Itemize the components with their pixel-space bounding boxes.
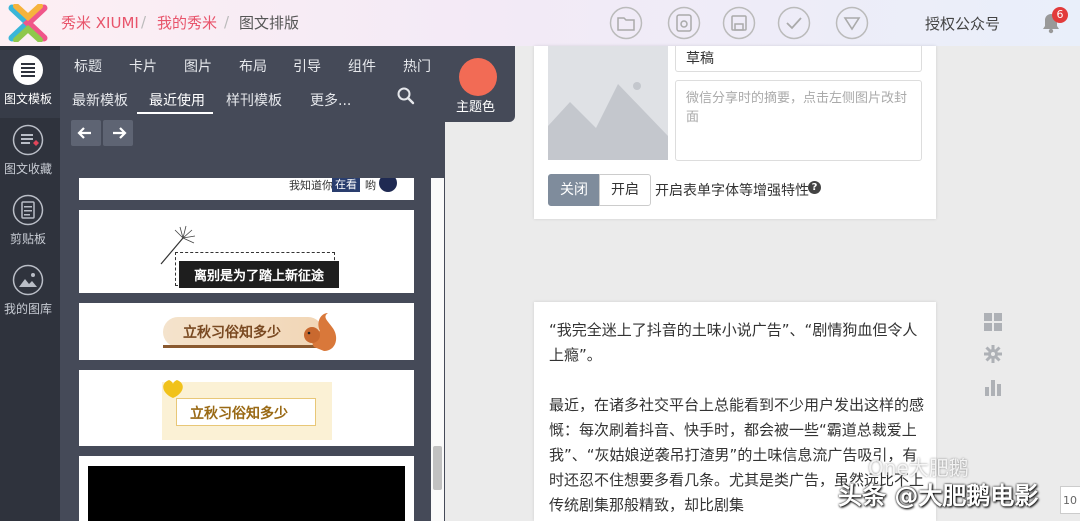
template-scrollbar-thumb[interactable] — [433, 446, 442, 490]
dropdown-icon[interactable] — [835, 6, 869, 40]
gallery-icon — [12, 264, 44, 296]
search-icon[interactable] — [396, 86, 416, 106]
active-subtab-underline — [137, 112, 213, 114]
category-tab-component[interactable]: 组件 — [348, 56, 376, 76]
cover-image-placeholder[interactable] — [548, 46, 668, 160]
template-tag: 在看 — [332, 178, 360, 192]
theme-color-swatch[interactable] — [459, 58, 497, 96]
font-enhance-off-button[interactable]: 关闭 — [548, 174, 600, 206]
rail-item-label: 剪贴板 — [9, 232, 46, 246]
authorize-account-link[interactable]: 授权公众号 — [925, 13, 1000, 34]
category-tab-image[interactable]: 图片 — [184, 56, 212, 76]
watermark-credit: 头条 @大肥鹅电影 — [838, 482, 1039, 510]
template-badge — [379, 178, 397, 192]
breadcrumb-separator: / — [224, 13, 230, 31]
category-tab-layout[interactable]: 布局 — [239, 56, 267, 76]
template-text: 哟 — [365, 179, 376, 192]
subtab-more[interactable]: 更多... — [310, 90, 351, 110]
xiumi-logo-icon[interactable] — [8, 4, 48, 42]
notification-badge: 6 — [1052, 7, 1068, 23]
squirrel-icon — [304, 313, 337, 351]
rail-item-clipboard[interactable]: 剪贴板 — [0, 190, 60, 258]
rail-item-favorites[interactable]: 图文收藏 — [0, 120, 60, 188]
summary-field[interactable]: 微信分享时的摘要，点击左侧图片改封面 — [675, 80, 922, 161]
bar-chart-icon[interactable] — [983, 377, 1003, 397]
theme-color-label: 主题色 — [456, 100, 496, 115]
top-bar: 秀米 XIUMI / 我的秀米 / 图文排版 授权公众号 6 — [0, 0, 1080, 46]
preview-icon[interactable] — [667, 6, 701, 40]
back-button[interactable] — [71, 120, 101, 146]
category-tab-guide[interactable]: 引导 — [293, 56, 321, 76]
category-tab-card[interactable]: 卡片 — [129, 56, 157, 76]
rail-item-templates[interactable]: 图文模板 — [0, 50, 60, 118]
check-icon[interactable] — [777, 6, 811, 40]
subtab-recent[interactable]: 最近使用 — [149, 90, 205, 110]
folder-icon[interactable] — [609, 6, 643, 40]
template-title: 立秋习俗知多少 — [190, 406, 288, 422]
left-rail: 图文模板 图文收藏 剪贴板 我的图库 — [0, 46, 60, 521]
ginkgo-leaf-icon — [163, 380, 183, 398]
template-item[interactable]: 立秋习俗知多少 — [79, 303, 414, 360]
title-field[interactable]: 草稿 — [675, 46, 922, 72]
template-icon — [13, 55, 43, 85]
template-dark-block — [88, 466, 405, 521]
grid-icon[interactable] — [983, 312, 1003, 332]
zoom-input[interactable]: 10 — [1060, 486, 1080, 514]
category-tab-popular[interactable]: 热门 — [403, 56, 431, 76]
favorite-icon — [12, 124, 44, 156]
subtab-latest[interactable]: 最新模板 — [72, 90, 128, 110]
template-item[interactable] — [79, 456, 414, 521]
template-item[interactable]: 立秋习俗知多少 — [79, 370, 414, 446]
rail-item-label: 图文收藏 — [3, 162, 52, 176]
template-text: 我知道你 — [289, 179, 333, 192]
rail-item-gallery[interactable]: 我的图库 — [0, 260, 60, 328]
breadcrumb-home[interactable]: 秀米 XIUMI — [61, 13, 139, 33]
template-item[interactable]: 离别是为了踏上新征途 — [79, 210, 414, 293]
template-title: 立秋习俗知多少 — [183, 325, 281, 341]
help-icon[interactable]: ? — [808, 181, 821, 194]
rail-item-label: 我的图库 — [3, 302, 52, 316]
breadcrumb-my-xiumi[interactable]: 我的秀米 — [157, 13, 217, 33]
font-enhance-on-button[interactable]: 开启 — [599, 174, 651, 206]
rail-item-label: 图文模板 — [3, 92, 52, 106]
breadcrumb-current: 图文排版 — [239, 14, 300, 32]
arrow-left-icon — [77, 127, 91, 139]
template-underline — [163, 345, 323, 348]
clipboard-icon — [12, 194, 44, 226]
template-item[interactable]: 我知道你 在看 哟 — [79, 178, 414, 200]
category-tab-title[interactable]: 标题 — [74, 56, 102, 76]
breadcrumb-separator: / — [141, 13, 147, 31]
save-icon[interactable] — [722, 6, 756, 40]
article-paragraph[interactable]: “我完全迷上了抖音的土味小说广告”、“剧情狗血但令人上瘾”。 — [549, 318, 924, 368]
font-enhance-label: 开启表单字体等增强特性 — [655, 183, 809, 199]
subtab-sample[interactable]: 样刊模板 — [226, 90, 282, 110]
gear-icon[interactable] — [983, 344, 1003, 364]
image-placeholder-icon — [548, 82, 668, 160]
template-title: 离别是为了踏上新征途 — [179, 261, 340, 288]
forward-button[interactable] — [103, 120, 133, 146]
arrow-right-icon — [113, 127, 127, 139]
